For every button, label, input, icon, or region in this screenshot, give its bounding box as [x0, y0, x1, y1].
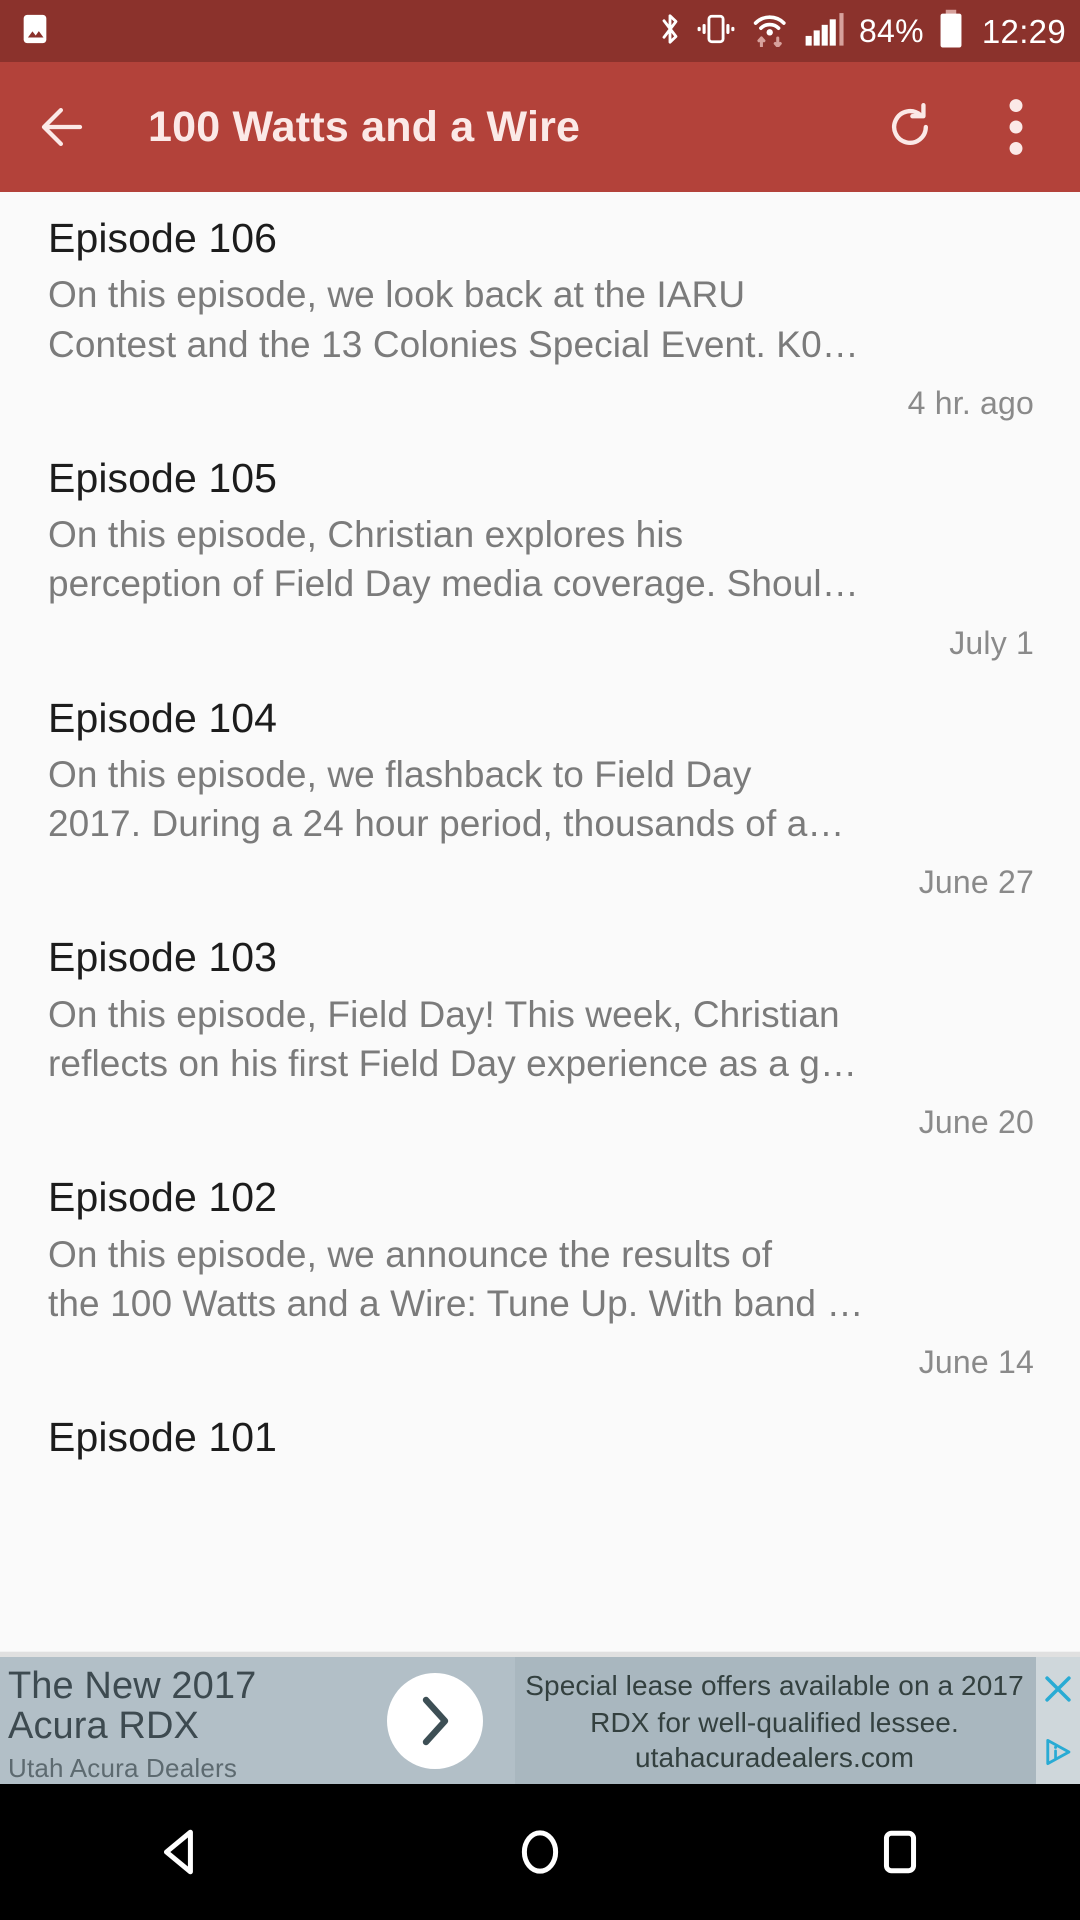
vibrate-icon [696, 12, 736, 51]
list-item[interactable]: Episode 102 On this episode, we announce… [0, 1151, 1080, 1391]
list-item[interactable]: Episode 104 On this episode, we flashbac… [0, 671, 1080, 912]
ad-cta-block[interactable] [355, 1657, 515, 1784]
battery-icon [937, 9, 965, 54]
episode-description: On this episode, we announce the results… [48, 1233, 864, 1324]
ad-right-block: Special lease offers available on a 2017… [515, 1657, 1080, 1784]
phone-screen: 84% 12:29 100 Watts and a Wire Episode 1… [0, 0, 1080, 1920]
list-item[interactable]: Episode 103 On this episode, Field Day! … [0, 911, 1080, 1152]
ad-left-block: The New 2017 Acura RDX Utah Acura Dealer… [0, 1657, 355, 1784]
episode-description: On this episode, Field Day! This week, C… [48, 993, 858, 1084]
app-bar: 100 Watts and a Wire [0, 62, 1080, 192]
clock-label: 12:29 [981, 12, 1066, 50]
episode-date: July 1 [949, 624, 1034, 661]
episode-date: 4 hr. ago [907, 384, 1034, 421]
nav-home-circle-icon[interactable] [465, 1784, 615, 1920]
nav-back-triangle-icon[interactable] [105, 1784, 255, 1920]
android-navigation-bar [0, 1784, 1080, 1920]
bluetooth-icon [657, 11, 683, 52]
episode-title: Episode 105 [48, 454, 278, 501]
battery-percent-label: 84% [858, 13, 924, 49]
list-item[interactable]: Episode 106 On this episode, we look bac… [0, 192, 1080, 432]
refresh-icon[interactable] [870, 87, 950, 167]
episode-list[interactable]: Episode 106 On this episode, we look bac… [0, 192, 1080, 1652]
episode-date: June 14 [918, 1343, 1034, 1380]
status-bar: 84% 12:29 [0, 0, 1080, 62]
overflow-menu-icon[interactable] [976, 87, 1056, 167]
episode-title: Episode 104 [48, 694, 278, 741]
episode-title: Episode 101 [48, 1413, 278, 1460]
cellular-signal-icon [804, 11, 846, 52]
status-bar-system-icons: 84% 12:29 [657, 9, 1066, 54]
episode-description: On this episode, we look back at the IAR… [48, 274, 859, 365]
back-arrow-icon[interactable] [22, 87, 102, 167]
episode-title: Episode 103 [48, 934, 278, 981]
image-icon [18, 12, 52, 51]
app-bar-actions [870, 87, 1056, 167]
close-icon[interactable] [1036, 1657, 1080, 1720]
ad-advertiser: Utah Acura Dealers [8, 1753, 238, 1783]
ad-url: utahacuradealers.com [634, 1741, 915, 1773]
status-bar-notifications [18, 12, 52, 51]
episode-date: June 20 [918, 1104, 1034, 1141]
list-item[interactable]: Episode 101 [0, 1390, 1080, 1470]
ad-headline: The New 2017 Acura RDX [8, 1665, 257, 1748]
page-title: 100 Watts and a Wire [148, 102, 581, 151]
wifi-icon [749, 11, 791, 52]
ad-banner[interactable]: The New 2017 Acura RDX Utah Acura Dealer… [0, 1657, 1080, 1784]
ad-controls [1036, 1657, 1080, 1784]
episode-description: On this episode, we flashback to Field D… [48, 753, 845, 845]
nav-recents-square-icon[interactable] [825, 1784, 975, 1920]
ad-body-text: Special lease offers available on a 2017… [525, 1669, 1024, 1738]
episode-title: Episode 102 [48, 1174, 278, 1221]
chevron-right-icon[interactable] [387, 1672, 483, 1769]
adchoices-icon[interactable] [1036, 1721, 1080, 1784]
episode-title: Episode 106 [48, 215, 278, 261]
episode-description: On this episode, Christian explores his … [48, 514, 859, 605]
episode-date: June 27 [918, 864, 1034, 901]
list-item[interactable]: Episode 105 On this episode, Christian e… [0, 431, 1080, 672]
